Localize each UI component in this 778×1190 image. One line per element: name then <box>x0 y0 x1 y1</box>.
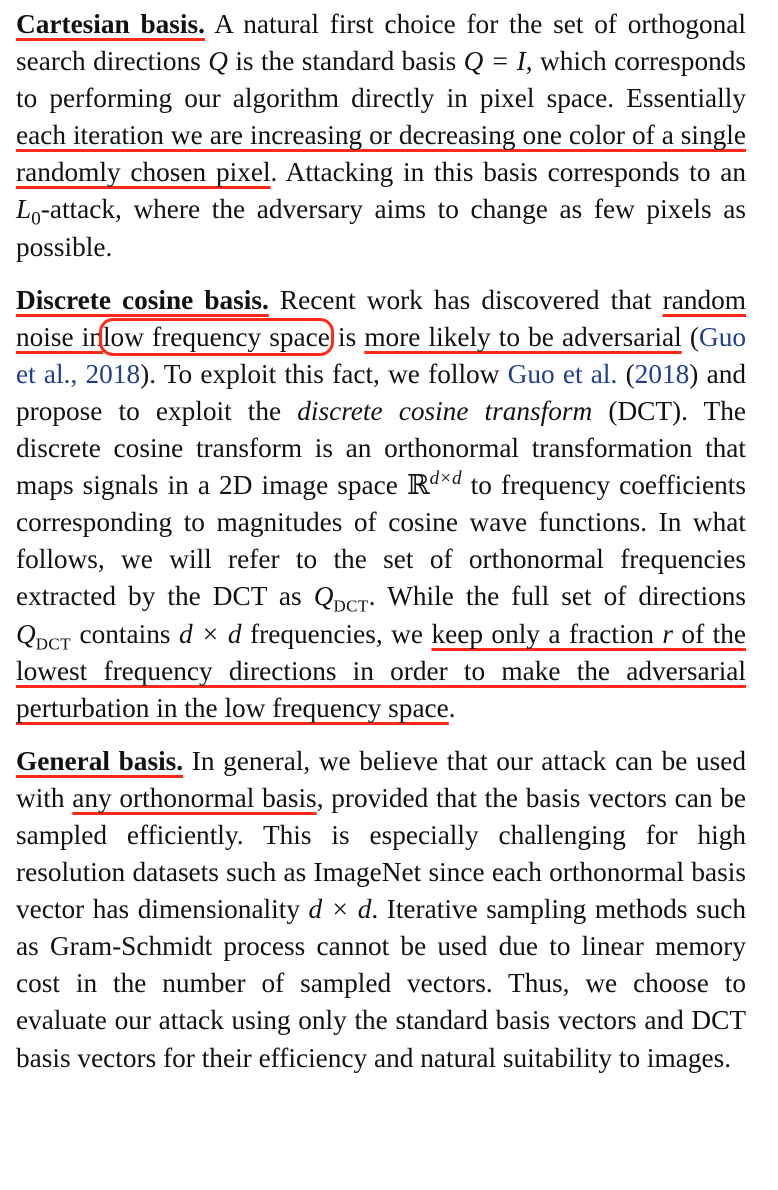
highlight-keep-fraction-text: keep only a fraction <box>431 618 663 649</box>
math-QDCT-base: Q <box>313 581 334 612</box>
text: . While the full set of directions <box>368 581 746 612</box>
text: is the standard basis <box>227 46 464 77</box>
math-r: r <box>662 618 673 649</box>
text: Recent work has discovered that <box>268 284 663 315</box>
citation-link-2018[interactable]: 2018 <box>635 359 690 389</box>
paragraph-discrete-cosine-basis: Discrete cosine basis. Recent work has d… <box>16 282 746 727</box>
boxed-low-frequency-space: low frequency space <box>98 317 334 356</box>
text: is <box>329 321 365 352</box>
paragraph-cartesian-basis: Cartesian basis. A natural first choice … <box>16 6 746 266</box>
math-QDCT: QDCT <box>16 618 71 652</box>
math-QDCT-subscript: DCT <box>333 596 369 616</box>
heading-discrete-cosine-basis: Discrete cosine basis. <box>16 284 269 315</box>
math-L0-subscript: 0 <box>31 208 41 230</box>
heading-cartesian-basis: Cartesian basis. <box>16 9 205 39</box>
math-Q-equals-I: Q = I <box>463 46 526 77</box>
math-R-dxd: ℝd×d <box>406 468 462 501</box>
text: -attack, where the adversary aims to cha… <box>16 194 746 262</box>
math-QDCT: QDCT <box>313 581 369 614</box>
math-QDCT-base: Q <box>16 618 36 649</box>
paper-excerpt: Cartesian basis. A natural first choice … <box>16 6 746 1077</box>
citation-link-guo-et-al[interactable]: Guo et al. <box>508 359 618 389</box>
math-Q: Q <box>208 46 228 77</box>
emphasis-discrete-cosine-transform: discrete cosine transform <box>297 395 593 426</box>
heading-general-basis: General basis. <box>16 745 184 776</box>
math-d-times-d: d × d <box>308 894 372 925</box>
math-R-superscript: d×d <box>429 468 462 490</box>
highlight-any-orthonormal-basis: any orthonormal basis <box>72 782 317 813</box>
math-L0-base: L <box>16 194 32 225</box>
text: . <box>448 692 456 723</box>
math-QDCT-subscript: DCT <box>35 633 72 653</box>
text: frequencies, we <box>241 618 432 649</box>
text: ( <box>681 321 699 352</box>
math-R-base: ℝ <box>406 470 430 501</box>
text: ( <box>617 358 635 389</box>
text: ). To exploit this fact, we fol­low <box>140 358 508 389</box>
math-d-times-d: d × d <box>178 618 242 649</box>
highlight-more-likely-adversarial: more likely to be adversarial <box>364 321 682 352</box>
text: . Attacking in this basis corresponds to… <box>270 157 746 188</box>
math-L0: L0 <box>16 194 41 229</box>
text: contains <box>71 618 179 649</box>
paragraph-general-basis: General basis. In general, we believe th… <box>16 743 746 1077</box>
